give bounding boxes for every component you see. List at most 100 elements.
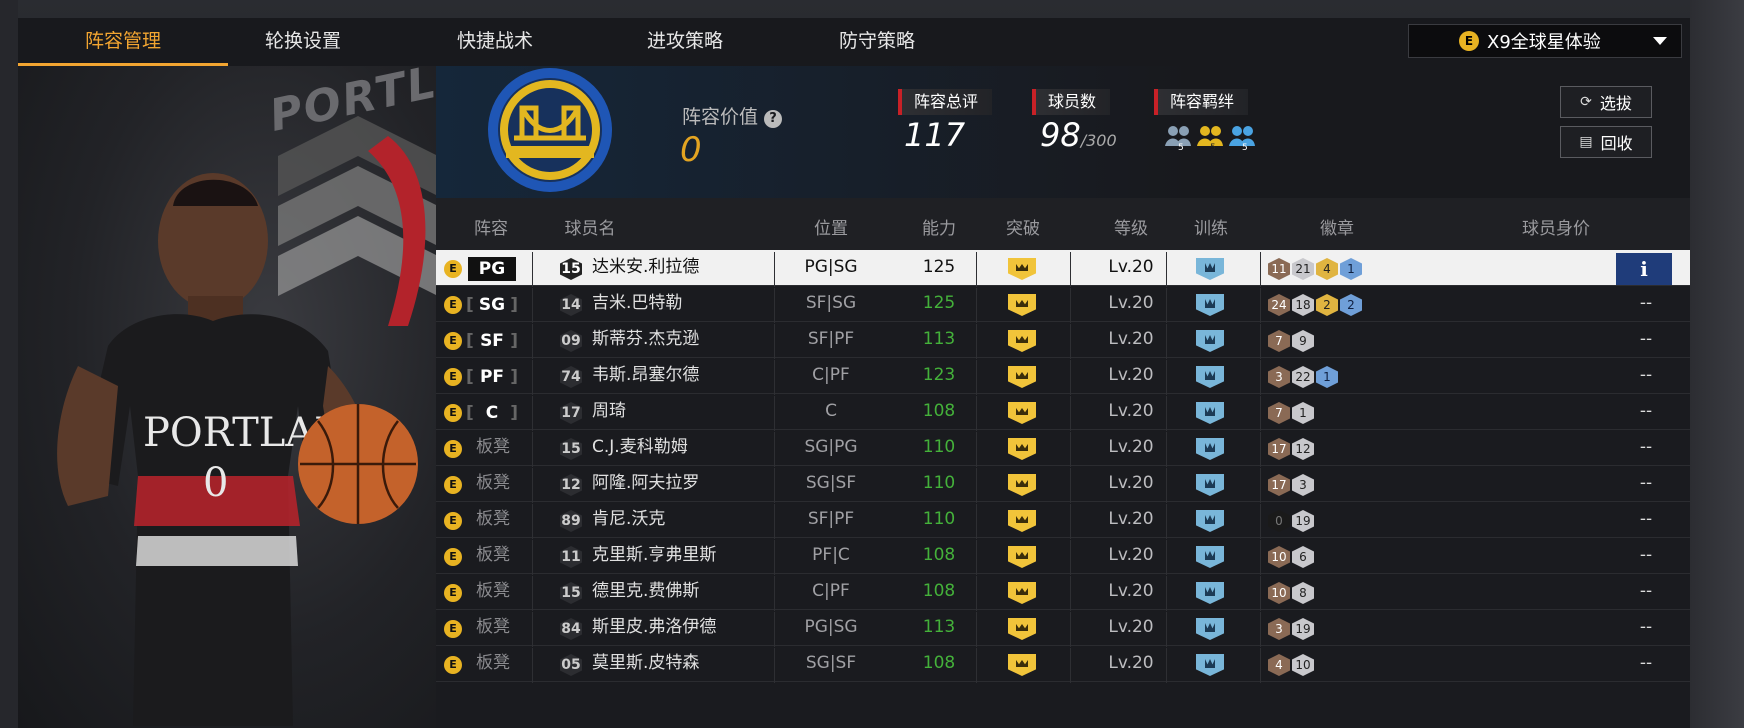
tab-offense[interactable]: 进攻策略 [580, 18, 790, 66]
badge-list[interactable]: 10 8 [1268, 582, 1316, 606]
table-row[interactable]: EPF 74 韦斯.昂塞尔德 C|PF 123 Lv.20 3221 -- [436, 358, 1690, 395]
table-row[interactable]: E 板凳 05 莫里斯.皮特森 SG|SF 108 Lv.20 4 10 -- [436, 646, 1690, 683]
info-button[interactable]: i [1616, 253, 1672, 285]
training-icon[interactable] [1196, 474, 1224, 496]
training-icon[interactable] [1196, 438, 1224, 460]
player-price: -- [1639, 509, 1653, 529]
table-row[interactable]: E 板凳 15 C.J.麦科勒姆 SG|PG 110 Lv.20 17 12 -- [436, 430, 1690, 467]
badge-list[interactable]: 4 10 [1268, 654, 1316, 678]
tab-lineup[interactable]: 阵容管理 [18, 18, 228, 66]
col-position: 位置 [814, 219, 848, 239]
badge-list[interactable]: 3 19 [1268, 618, 1316, 642]
badge-list[interactable]: 11 21 4 1 [1268, 258, 1364, 282]
breakthrough-icon[interactable] [1008, 438, 1036, 460]
player-name[interactable]: 克里斯.亨弗里斯 [592, 538, 716, 573]
training-icon[interactable] [1196, 546, 1224, 568]
badge-list[interactable]: 17 12 [1268, 438, 1316, 462]
badge-list[interactable]: 17 3 [1268, 474, 1316, 498]
divider [976, 324, 977, 359]
divider [1070, 252, 1071, 287]
divider [532, 360, 533, 395]
player-name[interactable]: 斯蒂芬.杰克逊 [592, 322, 699, 357]
tab-defense[interactable]: 防守策略 [772, 18, 982, 66]
table-row[interactable]: E 板凳 12 阿隆.阿夫拉罗 SG|SF 110 Lv.20 17 3 -- [436, 466, 1690, 503]
training-icon[interactable] [1196, 510, 1224, 532]
badge-list[interactable]: 71 [1268, 402, 1316, 426]
badge-count: 21 [1292, 258, 1314, 280]
jersey-number-badge: 17 [560, 402, 582, 424]
player-name[interactable]: 肯尼.沃克 [592, 502, 665, 537]
col-training: 训练 [1194, 219, 1228, 239]
player-name[interactable]: 周琦 [592, 394, 626, 429]
player-name[interactable]: 斯里皮.弗洛伊德 [592, 610, 716, 645]
badge-list[interactable]: 79 [1268, 330, 1316, 354]
divider [976, 648, 977, 683]
player-name[interactable]: 阿隆.阿夫拉罗 [592, 466, 699, 501]
player-name[interactable]: 达米安.利拉德 [592, 250, 699, 285]
player-name[interactable]: 吉米.巴特勒 [592, 286, 682, 321]
badge-list[interactable]: 3 22 1 [1268, 366, 1340, 390]
col-badges: 徽章 [1320, 219, 1354, 239]
player-name[interactable]: 韦斯.昂塞尔德 [592, 358, 699, 393]
badge-list[interactable]: 10 6 [1268, 546, 1316, 570]
training-icon[interactable] [1196, 402, 1224, 424]
tab-quick-tactics[interactable]: 快捷战术 [390, 18, 600, 66]
jersey-number-text: 0 [203, 460, 228, 506]
breakthrough-icon[interactable] [1008, 330, 1036, 352]
help-icon[interactable]: ? [764, 110, 783, 128]
player-name[interactable]: 莫里斯.皮特森 [592, 646, 699, 681]
badge-count: 6 [1292, 546, 1314, 568]
divider [1166, 432, 1167, 467]
divider [1166, 288, 1167, 323]
table-row[interactable]: E PG 15 达米安.利拉德 PG|SG 125 Lv.20 11 21 4 1 i [436, 250, 1690, 287]
player-name[interactable]: 德里克.费佛斯 [592, 574, 699, 609]
breakthrough-icon[interactable] [1008, 294, 1036, 316]
player-position: PF|C [812, 545, 850, 565]
table-row[interactable]: E 板凳 11 克里斯.亨弗里斯 PF|C 108 Lv.20 10 6 -- [436, 538, 1690, 575]
breakthrough-icon[interactable] [1008, 366, 1036, 388]
breakthrough-icon[interactable] [1008, 402, 1036, 424]
player-price: -- [1639, 437, 1653, 457]
jersey-number-badge: 14 [560, 294, 582, 316]
breakthrough-icon[interactable] [1008, 474, 1036, 496]
table-row[interactable]: E 板凳 84 斯里皮.弗洛伊德 PG|SG 113 Lv.20 3 19 -- [436, 610, 1690, 647]
player-level: Lv.20 [1108, 581, 1154, 601]
badge-list[interactable]: 24 18 2 2 [1268, 294, 1364, 318]
player-price: -- [1639, 329, 1653, 349]
table-row[interactable]: EC17周琦C108Lv.2071-- [436, 394, 1690, 431]
mode-select[interactable]: E X9全球星体验 [1408, 24, 1682, 58]
badge-count: 1 [1292, 402, 1314, 424]
player-position: SF|SG [805, 293, 857, 313]
training-icon[interactable] [1196, 582, 1224, 604]
player-name[interactable]: C.J.麦科勒姆 [592, 430, 688, 465]
table-row[interactable]: E 板凳 15 德里克.费佛斯 C|PF 108 Lv.20 10 8 -- [436, 574, 1690, 611]
training-icon[interactable] [1196, 294, 1224, 316]
badge-count: 1 [1340, 258, 1362, 280]
breakthrough-icon[interactable] [1008, 546, 1036, 568]
slot-label: SG [466, 293, 518, 317]
jersey-number-badge: 84 [560, 618, 582, 640]
table-row[interactable]: ESG14吉米.巴特勒SF|SG125Lv.20241822-- [436, 286, 1690, 323]
training-icon[interactable] [1196, 330, 1224, 352]
breakthrough-icon[interactable] [1008, 258, 1036, 280]
training-icon[interactable] [1196, 618, 1224, 640]
training-icon[interactable] [1196, 366, 1224, 388]
tab-rotation[interactable]: 轮换设置 [198, 18, 408, 66]
badge-count: 24 [1268, 294, 1290, 316]
bond-icons[interactable]: 5 5 5 [1164, 122, 1262, 152]
badge-list[interactable]: 0 19 [1268, 510, 1316, 534]
select-button[interactable]: ⟳ 选拔 [1560, 86, 1652, 118]
table-row[interactable]: E 板凳 89 肯尼.沃克 SF|PF 110 Lv.20 0 19 -- [436, 502, 1690, 539]
divider [532, 576, 533, 611]
recycle-button[interactable]: ▤ 回收 [1560, 126, 1652, 158]
breakthrough-icon[interactable] [1008, 510, 1036, 532]
badge-count: 0 [1268, 510, 1290, 532]
breakthrough-icon[interactable] [1008, 654, 1036, 676]
training-icon[interactable] [1196, 654, 1224, 676]
training-icon[interactable] [1196, 258, 1224, 280]
player-position: C|PF [812, 581, 850, 601]
table-row[interactable]: ESF 09 斯蒂芬.杰克逊 SF|PF 113 Lv.20 79 -- [436, 322, 1690, 359]
breakthrough-icon[interactable] [1008, 582, 1036, 604]
breakthrough-icon[interactable] [1008, 618, 1036, 640]
divider [774, 432, 775, 467]
